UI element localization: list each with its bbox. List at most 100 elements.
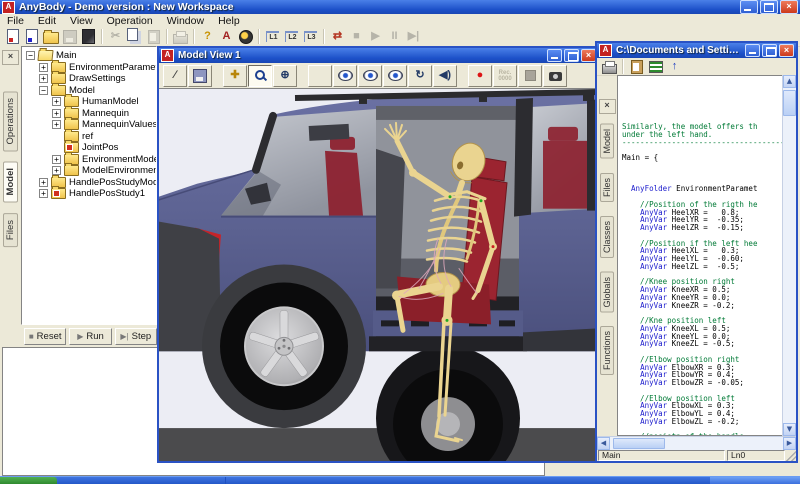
tree-expander-icon[interactable]: + bbox=[52, 155, 61, 164]
tree-expander-icon[interactable]: + bbox=[52, 109, 61, 118]
tree-item-EnvironmentModel[interactable]: +EnvironmentModel bbox=[24, 154, 156, 166]
save-all-icon[interactable] bbox=[79, 28, 98, 45]
code-editor[interactable]: Similarly, the model offers thunder the … bbox=[617, 75, 783, 436]
load-l3-icon[interactable]: L3 bbox=[301, 28, 320, 45]
stop-record-icon[interactable] bbox=[518, 65, 542, 87]
tree-expander-icon[interactable]: + bbox=[52, 120, 61, 129]
tree-expander-icon[interactable]: − bbox=[39, 86, 48, 95]
scroll-down-icon[interactable]: ▼ bbox=[783, 423, 796, 436]
menu-edit[interactable]: Edit bbox=[31, 15, 63, 27]
run-macro-icon[interactable] bbox=[236, 28, 255, 45]
scrollbar-thumb[interactable] bbox=[613, 438, 665, 449]
view-preset-1-icon[interactable] bbox=[333, 65, 357, 87]
step-button[interactable]: ▶|Step bbox=[115, 328, 157, 345]
tree-expander-icon[interactable]: + bbox=[52, 97, 61, 106]
load-l2-icon[interactable]: L2 bbox=[282, 28, 301, 45]
tree-item-HandlePosStudy1[interactable]: +HandlePosStudy1 bbox=[24, 188, 156, 200]
onoff-toggle-icon[interactable]: ∕ bbox=[163, 65, 187, 87]
editor-tab-files[interactable]: Files bbox=[600, 173, 614, 202]
paste-icon[interactable] bbox=[144, 28, 163, 45]
run-button[interactable]: ▶Run bbox=[69, 328, 111, 345]
load-main-icon[interactable] bbox=[3, 28, 22, 45]
open-icon[interactable] bbox=[41, 28, 60, 45]
maximize-icon[interactable] bbox=[564, 49, 579, 62]
help-icon[interactable]: ? bbox=[198, 28, 217, 45]
vertical-scrollbar[interactable]: ▲ ▼ bbox=[782, 75, 796, 436]
save-icon[interactable] bbox=[60, 28, 79, 45]
find-icon[interactable]: A bbox=[217, 28, 236, 45]
close-panel-icon[interactable]: × bbox=[2, 50, 19, 65]
snapshot-icon[interactable] bbox=[543, 65, 567, 87]
view-preset-2-icon[interactable] bbox=[358, 65, 382, 87]
model-tree[interactable]: −Main+EnvironmentParameters+DrawSettings… bbox=[21, 46, 157, 325]
minimize-icon[interactable] bbox=[745, 44, 760, 57]
menu-view[interactable]: View bbox=[63, 15, 100, 27]
menu-window[interactable]: Window bbox=[160, 15, 211, 27]
close-icon[interactable]: × bbox=[780, 0, 798, 14]
view-preset-3-icon[interactable] bbox=[383, 65, 407, 87]
scrollbar-thumb[interactable] bbox=[783, 90, 796, 116]
tree-item-Model[interactable]: −Model bbox=[24, 85, 156, 97]
tree-expander-icon[interactable]: + bbox=[39, 74, 48, 83]
menu-help[interactable]: Help bbox=[211, 15, 247, 27]
model-viewport[interactable] bbox=[159, 88, 598, 461]
sound-icon[interactable]: ◀) bbox=[433, 65, 457, 87]
save-view-icon[interactable] bbox=[188, 65, 212, 87]
close-icon[interactable]: × bbox=[581, 49, 596, 62]
stop-operation-icon[interactable]: ■ bbox=[347, 28, 366, 45]
tree-item-Main[interactable]: −Main bbox=[24, 50, 156, 62]
editor-tab-classes[interactable]: Classes bbox=[600, 216, 614, 258]
scroll-left-icon[interactable]: ◀ bbox=[597, 437, 610, 450]
close-icon[interactable]: × bbox=[779, 44, 794, 57]
load-any-icon[interactable] bbox=[22, 28, 41, 45]
print-icon[interactable] bbox=[171, 28, 190, 45]
tree-item-ModelEnvironmentConnection[interactable]: +ModelEnvironmentConnection bbox=[24, 165, 156, 177]
scroll-right-icon[interactable]: ▶ bbox=[783, 437, 796, 450]
load-model-icon[interactable]: ↑ bbox=[665, 59, 684, 74]
sidebar-tab-model[interactable]: Model bbox=[3, 161, 18, 202]
menu-file[interactable]: File bbox=[0, 15, 31, 27]
editor-tab-globals[interactable]: Globals bbox=[600, 272, 614, 313]
tree-expander-icon[interactable]: + bbox=[39, 178, 48, 187]
minimize-icon[interactable] bbox=[547, 49, 562, 62]
step-operation-icon[interactable]: ▶| bbox=[404, 28, 423, 45]
insert-template-icon[interactable] bbox=[646, 59, 665, 74]
paste-object-icon[interactable] bbox=[627, 59, 646, 74]
print-icon[interactable] bbox=[600, 59, 619, 74]
copy-icon[interactable] bbox=[125, 28, 144, 45]
tree-expander-icon[interactable]: + bbox=[39, 189, 48, 198]
horizontal-scrollbar[interactable]: ◀ ▶ bbox=[597, 436, 796, 450]
run-operation-icon[interactable]: ▶ bbox=[366, 28, 385, 45]
maximize-icon[interactable] bbox=[762, 44, 777, 57]
sidebar-tab-files[interactable]: Files bbox=[3, 213, 18, 247]
pan-icon[interactable]: ✚ bbox=[223, 65, 247, 87]
cut-icon[interactable]: ✂ bbox=[106, 28, 125, 45]
taskbar[interactable] bbox=[0, 476, 800, 484]
menu-operation[interactable]: Operation bbox=[100, 15, 160, 27]
restore-icon[interactable] bbox=[760, 0, 778, 14]
reload-icon[interactable]: ⇄ bbox=[328, 28, 347, 45]
tree-expander-icon[interactable]: + bbox=[39, 63, 48, 72]
tree-expander-icon[interactable]: − bbox=[26, 51, 35, 60]
tree-item-HumanModel[interactable]: +HumanModel bbox=[24, 96, 156, 108]
editor-tab-functions[interactable]: Functions bbox=[600, 326, 614, 375]
tree-item-ref[interactable]: ref bbox=[24, 131, 156, 143]
close-panel-icon[interactable]: × bbox=[599, 99, 616, 114]
zoom-icon[interactable] bbox=[248, 65, 272, 87]
load-l1-icon[interactable]: L1 bbox=[263, 28, 282, 45]
tree-item-JointPos[interactable]: JointPos bbox=[24, 142, 156, 154]
scroll-up-icon[interactable]: ▲ bbox=[783, 75, 796, 88]
resize-grip[interactable] bbox=[786, 450, 796, 461]
reset-button[interactable]: ■Reset bbox=[24, 328, 66, 345]
tree-item-HandlePosStudyModel1[interactable]: +HandlePosStudyModel1 bbox=[24, 177, 156, 189]
reset-view-icon[interactable]: ↻ bbox=[408, 65, 432, 87]
sidebar-tab-operations[interactable]: Operations bbox=[3, 91, 18, 151]
tree-item-MannequinValuesFromModel[interactable]: +MannequinValuesFromModel bbox=[24, 119, 156, 131]
tree-item-DrawSettings[interactable]: +DrawSettings bbox=[24, 73, 156, 85]
zoom-all-icon[interactable] bbox=[308, 65, 332, 87]
pause-operation-icon[interactable]: II bbox=[385, 28, 404, 45]
tree-item-EnvironmentParameters[interactable]: +EnvironmentParameters bbox=[24, 62, 156, 74]
tree-item-Mannequin[interactable]: +Mannequin bbox=[24, 108, 156, 120]
editor-tab-model[interactable]: Model bbox=[600, 124, 614, 159]
record-icon[interactable]: ● bbox=[468, 65, 492, 87]
